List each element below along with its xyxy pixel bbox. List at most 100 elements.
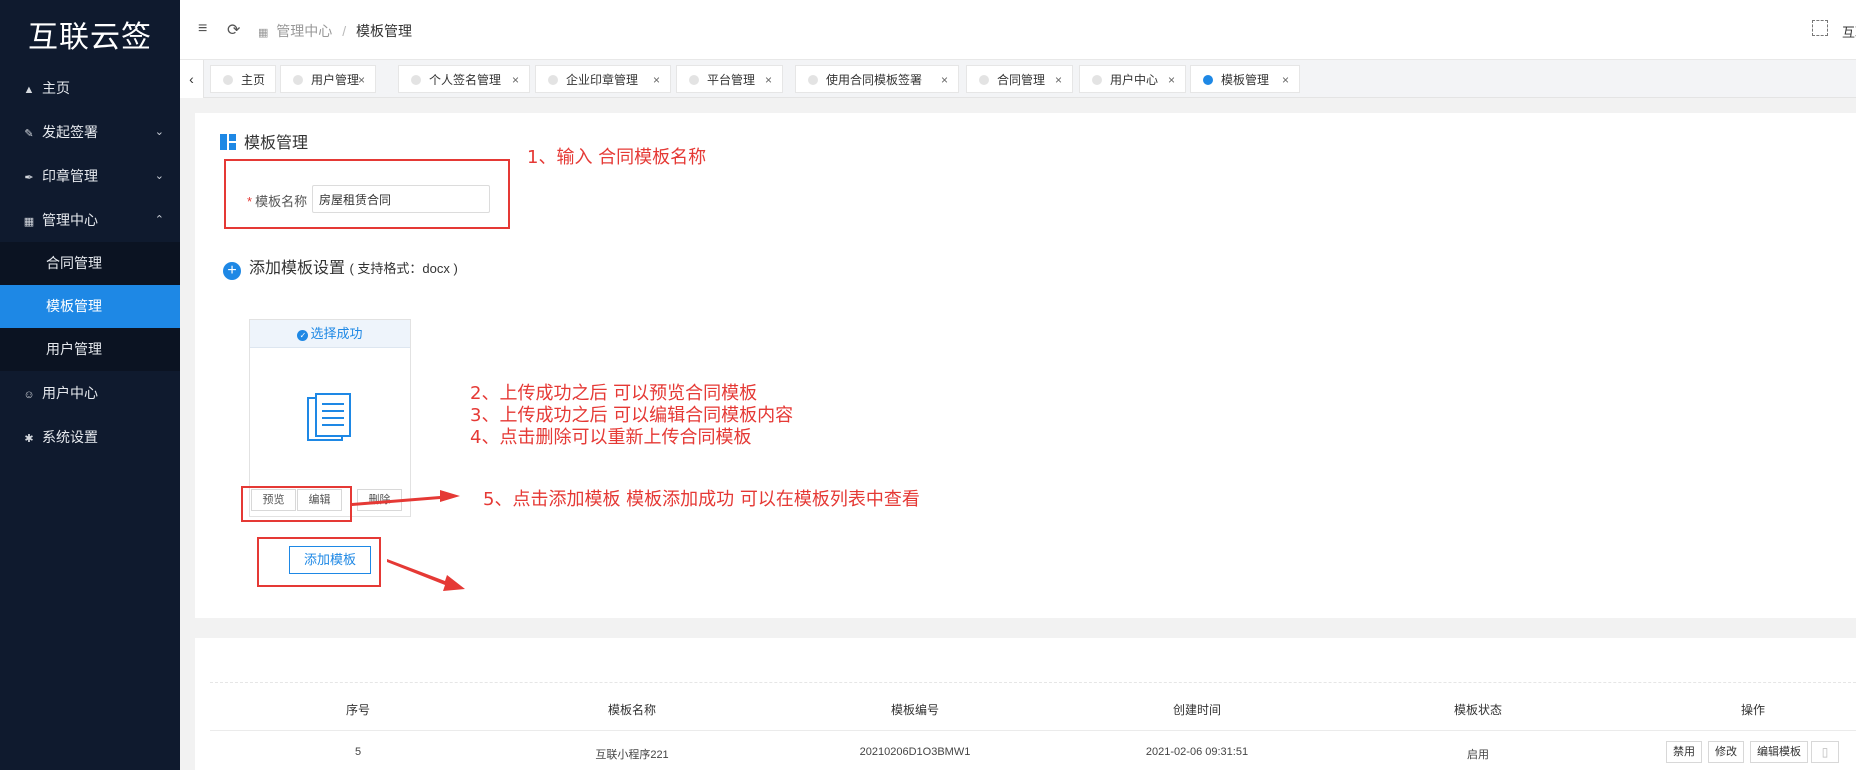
gear-icon: ✱ bbox=[24, 433, 34, 445]
template-table-panel: 序号 模板名称 模板编号 创建时间 模板状态 操作 5 互联小程序221 202… bbox=[195, 638, 1856, 770]
menu-toggle-icon[interactable]: ≡ bbox=[198, 20, 207, 38]
sign-icon: ✎ bbox=[24, 128, 34, 140]
annotation-step-1: 1、输入 合同模板名称 bbox=[527, 147, 707, 168]
sidebar-item-initiate-sign[interactable]: ✎ 发起签署 ⌄ bbox=[0, 110, 180, 154]
close-icon[interactable]: × bbox=[765, 66, 772, 94]
tab-contract-management[interactable]: 合同管理 × bbox=[966, 65, 1073, 93]
sidebar-item-templates[interactable]: 模板管理 bbox=[0, 285, 180, 328]
close-icon[interactable]: × bbox=[1168, 66, 1175, 94]
table-header-index: 序号 bbox=[345, 703, 371, 717]
table-header-name: 模板名称 bbox=[607, 703, 657, 717]
sidebar-item-seal[interactable]: ✒ 印章管理 ⌄ bbox=[0, 154, 180, 198]
tab-platform[interactable]: 平台管理 × bbox=[676, 65, 783, 93]
close-icon[interactable]: × bbox=[941, 66, 948, 94]
pen-icon: ✒ bbox=[24, 172, 34, 184]
fullscreen-icon[interactable] bbox=[1812, 20, 1828, 36]
plus-circle-icon[interactable]: + bbox=[223, 262, 241, 280]
sidebar-item-label: 用户中心 bbox=[42, 385, 98, 401]
sidebar-item-home[interactable]: ▲ 主页 bbox=[0, 66, 180, 110]
user-name[interactable]: 互联 bbox=[1842, 22, 1856, 41]
annotation-step-5: 5、点击添加模板 模板添加成功 可以在模板列表中查看 bbox=[483, 489, 920, 510]
sidebar-item-users[interactable]: 用户管理 bbox=[0, 328, 180, 371]
add-template-button[interactable]: 添加模板 bbox=[289, 546, 371, 574]
add-setting-label: 添加模板设置 bbox=[249, 260, 346, 277]
required-mark: * bbox=[247, 194, 253, 209]
template-name-input[interactable] bbox=[312, 185, 490, 213]
upload-status-text: 选择成功 bbox=[310, 326, 363, 341]
disable-button[interactable]: 禁用 bbox=[1666, 741, 1702, 763]
sidebar-item-label: 管理中心 bbox=[42, 212, 98, 228]
tab-user-center[interactable]: 用户中心 × bbox=[1079, 65, 1186, 93]
document-icon bbox=[307, 393, 351, 441]
chevron-down-icon: ⌄ bbox=[154, 126, 164, 138]
close-icon[interactable]: × bbox=[512, 66, 519, 94]
table-header-created: 创建时间 bbox=[1172, 703, 1222, 717]
format-hint: ( 支持格式：docx ) bbox=[349, 261, 458, 276]
table-header-divider bbox=[210, 730, 1856, 731]
modify-button[interactable]: 修改 bbox=[1708, 741, 1744, 763]
table-header-actions: 操作 bbox=[1740, 703, 1766, 717]
tabs-scroll-left-icon[interactable]: ‹ bbox=[180, 60, 204, 98]
grid-icon: ▦ bbox=[23, 216, 35, 228]
tab-label: 合同管理 bbox=[997, 73, 1046, 87]
tab-template-sign[interactable]: 使用合同模板签署 × bbox=[795, 65, 959, 93]
tab-label: 个人签名管理 bbox=[429, 73, 502, 87]
template-form-panel: 模板管理 *模板名称 1、输入 合同模板名称 + 添加模板设置 ( 支持格式：do… bbox=[195, 113, 1856, 618]
edit-button[interactable]: 编辑 bbox=[297, 489, 342, 511]
add-template-setting: + 添加模板设置 ( 支持格式：docx ) bbox=[223, 254, 458, 280]
breadcrumb-separator: / bbox=[342, 23, 347, 39]
template-name-label-text: 模板名称 bbox=[255, 194, 308, 209]
tab-label: 模板管理 bbox=[1221, 73, 1270, 87]
tab-template-management[interactable]: 模板管理 × bbox=[1190, 65, 1300, 93]
tab-enterprise-seal[interactable]: 企业印章管理 × bbox=[535, 65, 671, 93]
admin-submenu: 合同管理 模板管理 用户管理 bbox=[0, 242, 180, 371]
table-header-status: 模板状态 bbox=[1453, 703, 1503, 717]
breadcrumb: ▦ 管理中心 / 模板管理 bbox=[258, 21, 412, 41]
annotation-arrow-1 bbox=[352, 490, 460, 506]
tab-dot-icon bbox=[1203, 75, 1213, 85]
tab-label: 用户中心 bbox=[1110, 73, 1159, 87]
chevron-up-icon: ⌃ bbox=[154, 214, 164, 226]
cell-code: 20210206D1O3BMW1 bbox=[859, 746, 971, 758]
cell-status: 启用 bbox=[1467, 749, 1489, 761]
dashboard-icon bbox=[220, 134, 236, 150]
tab-dot-icon bbox=[808, 75, 818, 85]
close-icon[interactable]: × bbox=[358, 66, 365, 94]
tab-personal-signature[interactable]: 个人签名管理 × bbox=[398, 65, 530, 93]
close-icon[interactable]: × bbox=[1282, 66, 1289, 94]
preview-button[interactable]: 预览 bbox=[251, 489, 296, 511]
refresh-icon[interactable]: ⟳ bbox=[227, 20, 240, 40]
close-icon[interactable]: × bbox=[653, 66, 660, 94]
edit-template-button[interactable]: 编辑模板 bbox=[1750, 741, 1808, 763]
breadcrumb-parent[interactable]: 管理中心 bbox=[276, 23, 332, 39]
template-name-label: * 模板名称 bbox=[247, 191, 307, 210]
tab-label: 使用合同模板签署 bbox=[826, 73, 923, 87]
tab-user-management[interactable]: 用户管理 × bbox=[280, 65, 376, 93]
sidebar-item-label: 主页 bbox=[42, 80, 70, 96]
app-logo: 互联云签 bbox=[28, 20, 152, 55]
tab-label: 企业印章管理 bbox=[566, 73, 639, 87]
annotation-arrow-2 bbox=[387, 559, 465, 591]
top-header: ≡ ⟳ ▦ 管理中心 / 模板管理 互联 bbox=[180, 0, 1856, 60]
upload-status: ✓ 选择成功 bbox=[250, 320, 410, 348]
tab-home[interactable]: 主页 bbox=[210, 65, 276, 93]
tab-dot-icon bbox=[1092, 75, 1102, 85]
breadcrumb-current: 模板管理 bbox=[355, 23, 412, 39]
section-title-text: 模板管理 bbox=[244, 135, 309, 152]
cell-index: 5 bbox=[354, 746, 362, 758]
sidebar-item-label: 系统设置 bbox=[42, 429, 98, 445]
table-divider bbox=[210, 682, 1856, 683]
sidebar-item-settings[interactable]: ✱ 系统设置 bbox=[0, 415, 180, 459]
sidebar-item-label: 发起签署 bbox=[42, 124, 98, 140]
tab-label: 平台管理 bbox=[707, 73, 756, 87]
close-icon[interactable]: × bbox=[1055, 66, 1062, 94]
tabs-bar: ‹ 主页 用户管理 × 个人签名管理 × 企业印章管理 × 平台管理 × 使用合同模板签… bbox=[180, 60, 1856, 98]
annotation-step-4: 4、点击删除可以重新上传合同模板 bbox=[470, 427, 752, 448]
sidebar-item-contracts[interactable]: 合同管理 bbox=[0, 242, 180, 285]
trash-icon[interactable]: ▯ bbox=[1811, 741, 1839, 763]
table-header-code: 模板编号 bbox=[890, 703, 940, 717]
sidebar-item-label: 印章管理 bbox=[42, 168, 98, 184]
tab-dot-icon bbox=[689, 75, 699, 85]
sidebar-item-admin-center[interactable]: ▦ 管理中心 ⌃ bbox=[0, 198, 180, 242]
sidebar-item-user-center[interactable]: ☺ 用户中心 bbox=[0, 371, 180, 415]
